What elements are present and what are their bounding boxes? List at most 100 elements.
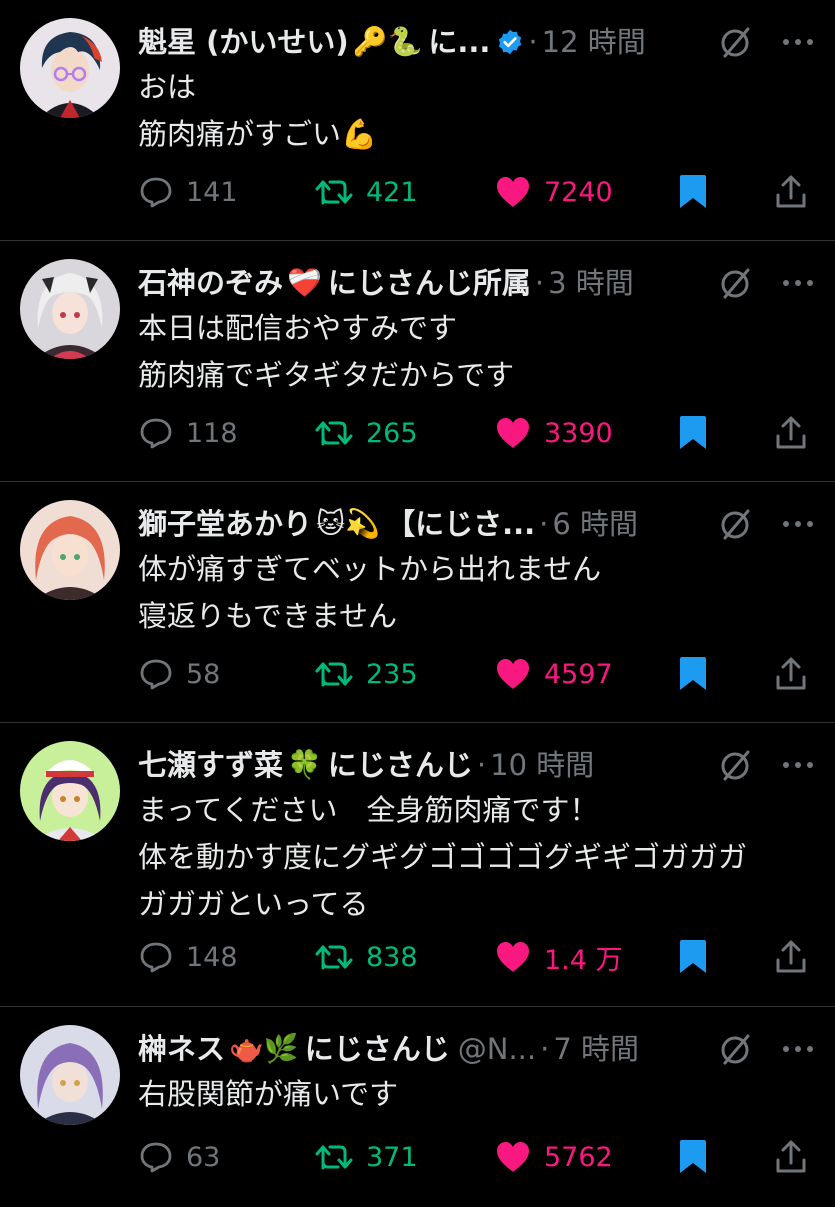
more-options-icon[interactable] (781, 518, 815, 530)
more-options-icon[interactable] (781, 36, 815, 48)
share-button[interactable] (774, 1135, 808, 1179)
bookmark-icon (680, 1140, 706, 1173)
bookmark-button[interactable] (678, 935, 708, 979)
share-icon (776, 657, 806, 690)
retweet-count: 838 (366, 941, 418, 973)
reply-button[interactable]: 118 (138, 411, 238, 455)
reply-button[interactable]: 58 (138, 652, 220, 696)
share-icon (776, 940, 806, 973)
share-button[interactable] (774, 411, 808, 455)
avatar[interactable] (20, 18, 120, 118)
tweet-line: 寝返りもできません (138, 599, 397, 633)
timestamp[interactable]: 3 時間 (548, 261, 634, 305)
action-bar: 63 371 5762 (138, 1135, 815, 1179)
bookmark-icon (680, 940, 706, 973)
reply-icon (140, 942, 172, 973)
bookmark-button[interactable] (678, 1135, 708, 1179)
avatar[interactable] (20, 1025, 120, 1125)
grok-icon[interactable] (717, 1031, 753, 1067)
bookmark-icon (680, 657, 706, 690)
like-button[interactable]: 7240 (494, 170, 613, 214)
display-name-tail[interactable]: 【にじさ... (386, 502, 535, 546)
tweet[interactable]: 魁星 (かいせい) 🔑🐍 に... · 12 時間 おは 筋肉痛がすごい� (0, 0, 835, 241)
action-bar: 148 838 1.4 万 (138, 935, 815, 979)
tweet[interactable]: 石神のぞみ ❤️‍🩹 にじさんじ所属 · 3 時間 本日は配信おやすみです 筋肉… (0, 241, 835, 482)
display-name[interactable]: 榊ネス (138, 1027, 225, 1071)
tweet[interactable]: 七瀬すず菜 🍀 にじさんじ · 10 時間 まってください 全身筋肉痛です！ 体… (0, 723, 835, 1007)
retweet-icon (315, 180, 353, 205)
retweet-icon (315, 421, 353, 446)
like-button[interactable]: 3390 (494, 411, 613, 455)
separator-dot: · (534, 266, 545, 300)
bookmark-button[interactable] (678, 411, 708, 455)
reply-button[interactable]: 148 (138, 935, 238, 979)
display-name[interactable]: 獅子堂あかり (138, 502, 312, 546)
retweet-button[interactable]: 265 (314, 411, 418, 455)
reply-icon (140, 177, 172, 208)
reply-button[interactable]: 63 (138, 1135, 220, 1179)
display-name[interactable]: 石神のぞみ (138, 261, 283, 305)
more-options-icon[interactable] (781, 759, 815, 771)
display-name-tail[interactable]: に... (428, 20, 490, 64)
avatar-image (20, 259, 120, 359)
like-button[interactable]: 1.4 万 (494, 935, 623, 979)
display-name-tail[interactable]: にじさんじ (305, 1027, 450, 1071)
reply-button[interactable]: 141 (138, 170, 238, 214)
reply-count: 141 (186, 176, 238, 208)
retweet-button[interactable]: 371 (314, 1135, 418, 1179)
separator-dot: · (528, 25, 538, 59)
avatar[interactable] (20, 500, 120, 600)
retweet-button[interactable]: 235 (314, 652, 418, 696)
grok-icon[interactable] (717, 265, 753, 301)
more-options-icon[interactable] (781, 277, 815, 289)
reply-count: 148 (186, 941, 238, 973)
tweet-text: まってください 全身筋肉痛です！ 体を動かす度にグギグゴゴゴゴグギギゴガガガ ガ… (138, 787, 815, 928)
verified-badge-icon (499, 29, 522, 55)
retweet-count: 421 (366, 176, 418, 208)
tweet-text: おは 筋肉痛がすごい💪 (138, 64, 815, 158)
like-count: 1.4 万 (544, 944, 623, 976)
name-emoji: 🐱💫 (316, 507, 381, 540)
timestamp[interactable]: 12 時間 (542, 20, 646, 64)
grok-icon[interactable] (717, 24, 753, 60)
separator-dot: · (476, 748, 487, 782)
reply-icon (140, 1142, 172, 1173)
display-name[interactable]: 魁星 (かいせい) (138, 20, 349, 64)
retweet-button[interactable]: 421 (314, 170, 418, 214)
like-button[interactable]: 5762 (494, 1135, 613, 1179)
bookmark-button[interactable] (678, 652, 708, 696)
timestamp[interactable]: 10 時間 (490, 743, 594, 787)
like-count: 3390 (544, 417, 613, 449)
grok-icon[interactable] (717, 506, 753, 542)
tweet-line: 本日は配信おやすみです (138, 311, 458, 345)
timestamp[interactable]: 6 時間 (552, 502, 638, 546)
retweet-button[interactable]: 838 (314, 935, 418, 979)
tweet[interactable]: 獅子堂あかり 🐱💫 【にじさ... · 6 時間 体が痛すぎてベットから出れませ… (0, 482, 835, 723)
display-name-tail[interactable]: にじさんじ (328, 743, 473, 787)
tweet-text: 本日は配信おやすみです 筋肉痛でギタギタだからです (138, 305, 815, 399)
retweet-icon (315, 662, 353, 687)
display-name-tail[interactable]: にじさんじ所属 (328, 261, 531, 305)
tweet[interactable]: 榊ネス 🫖🌿 にじさんじ @N... · 7 時間 右股関節が痛いです 63 3… (0, 1007, 835, 1207)
avatar-image (20, 500, 120, 600)
reply-count: 118 (186, 417, 238, 449)
grok-icon[interactable] (717, 747, 753, 783)
like-button[interactable]: 4597 (494, 652, 613, 696)
avatar[interactable] (20, 259, 120, 359)
share-button[interactable] (774, 170, 808, 214)
tweet-line: 右股関節が痛いです (138, 1077, 399, 1111)
user-handle[interactable]: @N... (458, 1027, 536, 1071)
tweet-line: 体が痛すぎてベットから出れません (138, 552, 602, 586)
more-options-icon[interactable] (781, 1043, 815, 1055)
avatar-image (20, 1025, 120, 1125)
avatar-image (20, 741, 120, 841)
bookmark-button[interactable] (678, 170, 708, 214)
retweet-icon (315, 1145, 353, 1170)
share-button[interactable] (774, 652, 808, 696)
name-emoji: ❤️‍🩹 (287, 266, 322, 299)
share-button[interactable] (774, 935, 808, 979)
share-icon (776, 416, 806, 449)
timestamp[interactable]: 7 時間 (553, 1027, 639, 1071)
avatar[interactable] (20, 741, 120, 841)
display-name[interactable]: 七瀬すず菜 (138, 743, 283, 787)
